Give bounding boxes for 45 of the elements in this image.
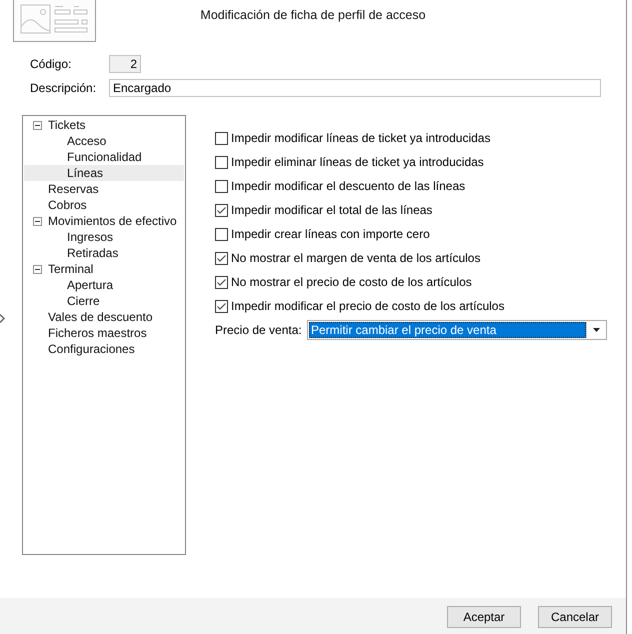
tree-item[interactable]: Cierre [24,293,184,309]
checkbox[interactable] [215,276,228,288]
tree-item[interactable]: Terminal [24,261,184,277]
tree-item[interactable]: Ingresos [24,229,184,245]
checkbox[interactable] [215,132,228,144]
sale-price-dropdown[interactable]: Permitir cambiar el precio de venta [307,320,607,340]
checkbox[interactable] [215,156,228,168]
tree-item[interactable]: Líneas [24,165,184,181]
collapse-icon[interactable] [33,264,42,274]
option-label[interactable]: Impedir modificar el precio de costo de los artículos [231,298,504,314]
option-label[interactable]: Impedir modificar el total de las líneas [231,202,432,218]
checkbox[interactable] [215,180,228,192]
field-label: Descripción: [30,80,98,96]
collapse-icon[interactable] [33,120,42,130]
option-label[interactable]: Impedir modificar líneas de ticket ya introducidas [231,130,490,146]
checkbox[interactable] [215,300,228,312]
option-label[interactable]: Impedir crear líneas con importe cero [231,226,430,242]
accept-button[interactable]: Aceptar [447,606,521,628]
dialog-title: Modificación de ficha de perfil de acceso [200,7,426,23]
description-field[interactable]: Encargado [109,79,601,97]
tree-item[interactable]: Reservas [24,181,184,197]
tree-item[interactable]: Retiradas [24,245,184,261]
option-label[interactable]: No mostrar el precio de costo de los artículos [231,274,472,290]
checkbox[interactable] [215,228,228,240]
field-label: Precio de venta: [215,322,303,338]
collapse-icon[interactable] [33,216,42,226]
caret-icon[interactable] [592,328,600,332]
tree-item[interactable]: Apertura [24,277,184,293]
option-label[interactable]: Impedir eliminar líneas de ticket ya introducidas [231,154,484,170]
tree-item[interactable]: Configuraciones [24,341,184,357]
field-label: Código: [30,56,72,72]
checkbox[interactable] [215,204,228,216]
tree-item[interactable]: Vales de descuento [24,309,184,325]
tree-item[interactable]: Tickets [24,117,184,133]
tree-item[interactable]: Cobros [24,197,184,213]
tree-item[interactable]: Movimientos de efectivo [24,213,184,229]
tree-item[interactable]: Acceso [24,133,184,149]
tree-item[interactable]: Ficheros maestros [24,325,184,341]
checkbox[interactable] [215,252,228,264]
cancel-button[interactable]: Cancelar [538,606,612,628]
code-field[interactable]: 2 [109,55,141,73]
option-label[interactable]: Impedir modificar el descuento de las líneas [231,178,466,194]
tree-item[interactable]: Funcionalidad [24,149,184,165]
chevron-icon [0,314,5,323]
option-label[interactable]: No mostrar el margen de venta de los artículos [231,250,480,266]
